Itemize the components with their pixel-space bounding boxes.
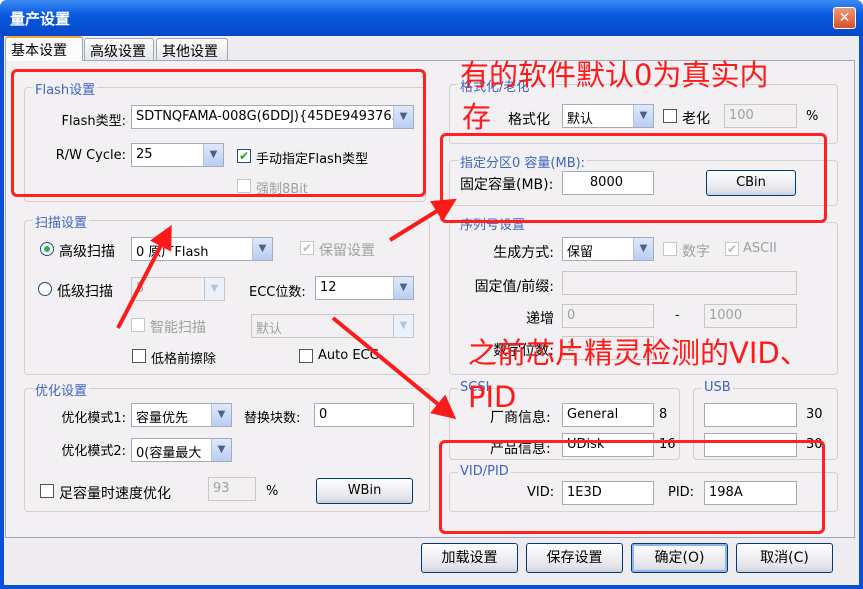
arrow-to-flash: [116, 224, 172, 329]
arrow-to-partition: [388, 198, 457, 242]
annotation-text-2: 存: [462, 100, 492, 134]
arrow-to-vidpid: [331, 316, 457, 420]
annotation-text-1: 有的软件默认0为真实内: [460, 58, 769, 92]
annotation-text-4: PID: [468, 380, 517, 414]
tab-basic[interactable]: 基本设置: [5, 36, 83, 61]
annotation-text-3: 之前芯片精灵检测的VID、: [468, 336, 809, 370]
